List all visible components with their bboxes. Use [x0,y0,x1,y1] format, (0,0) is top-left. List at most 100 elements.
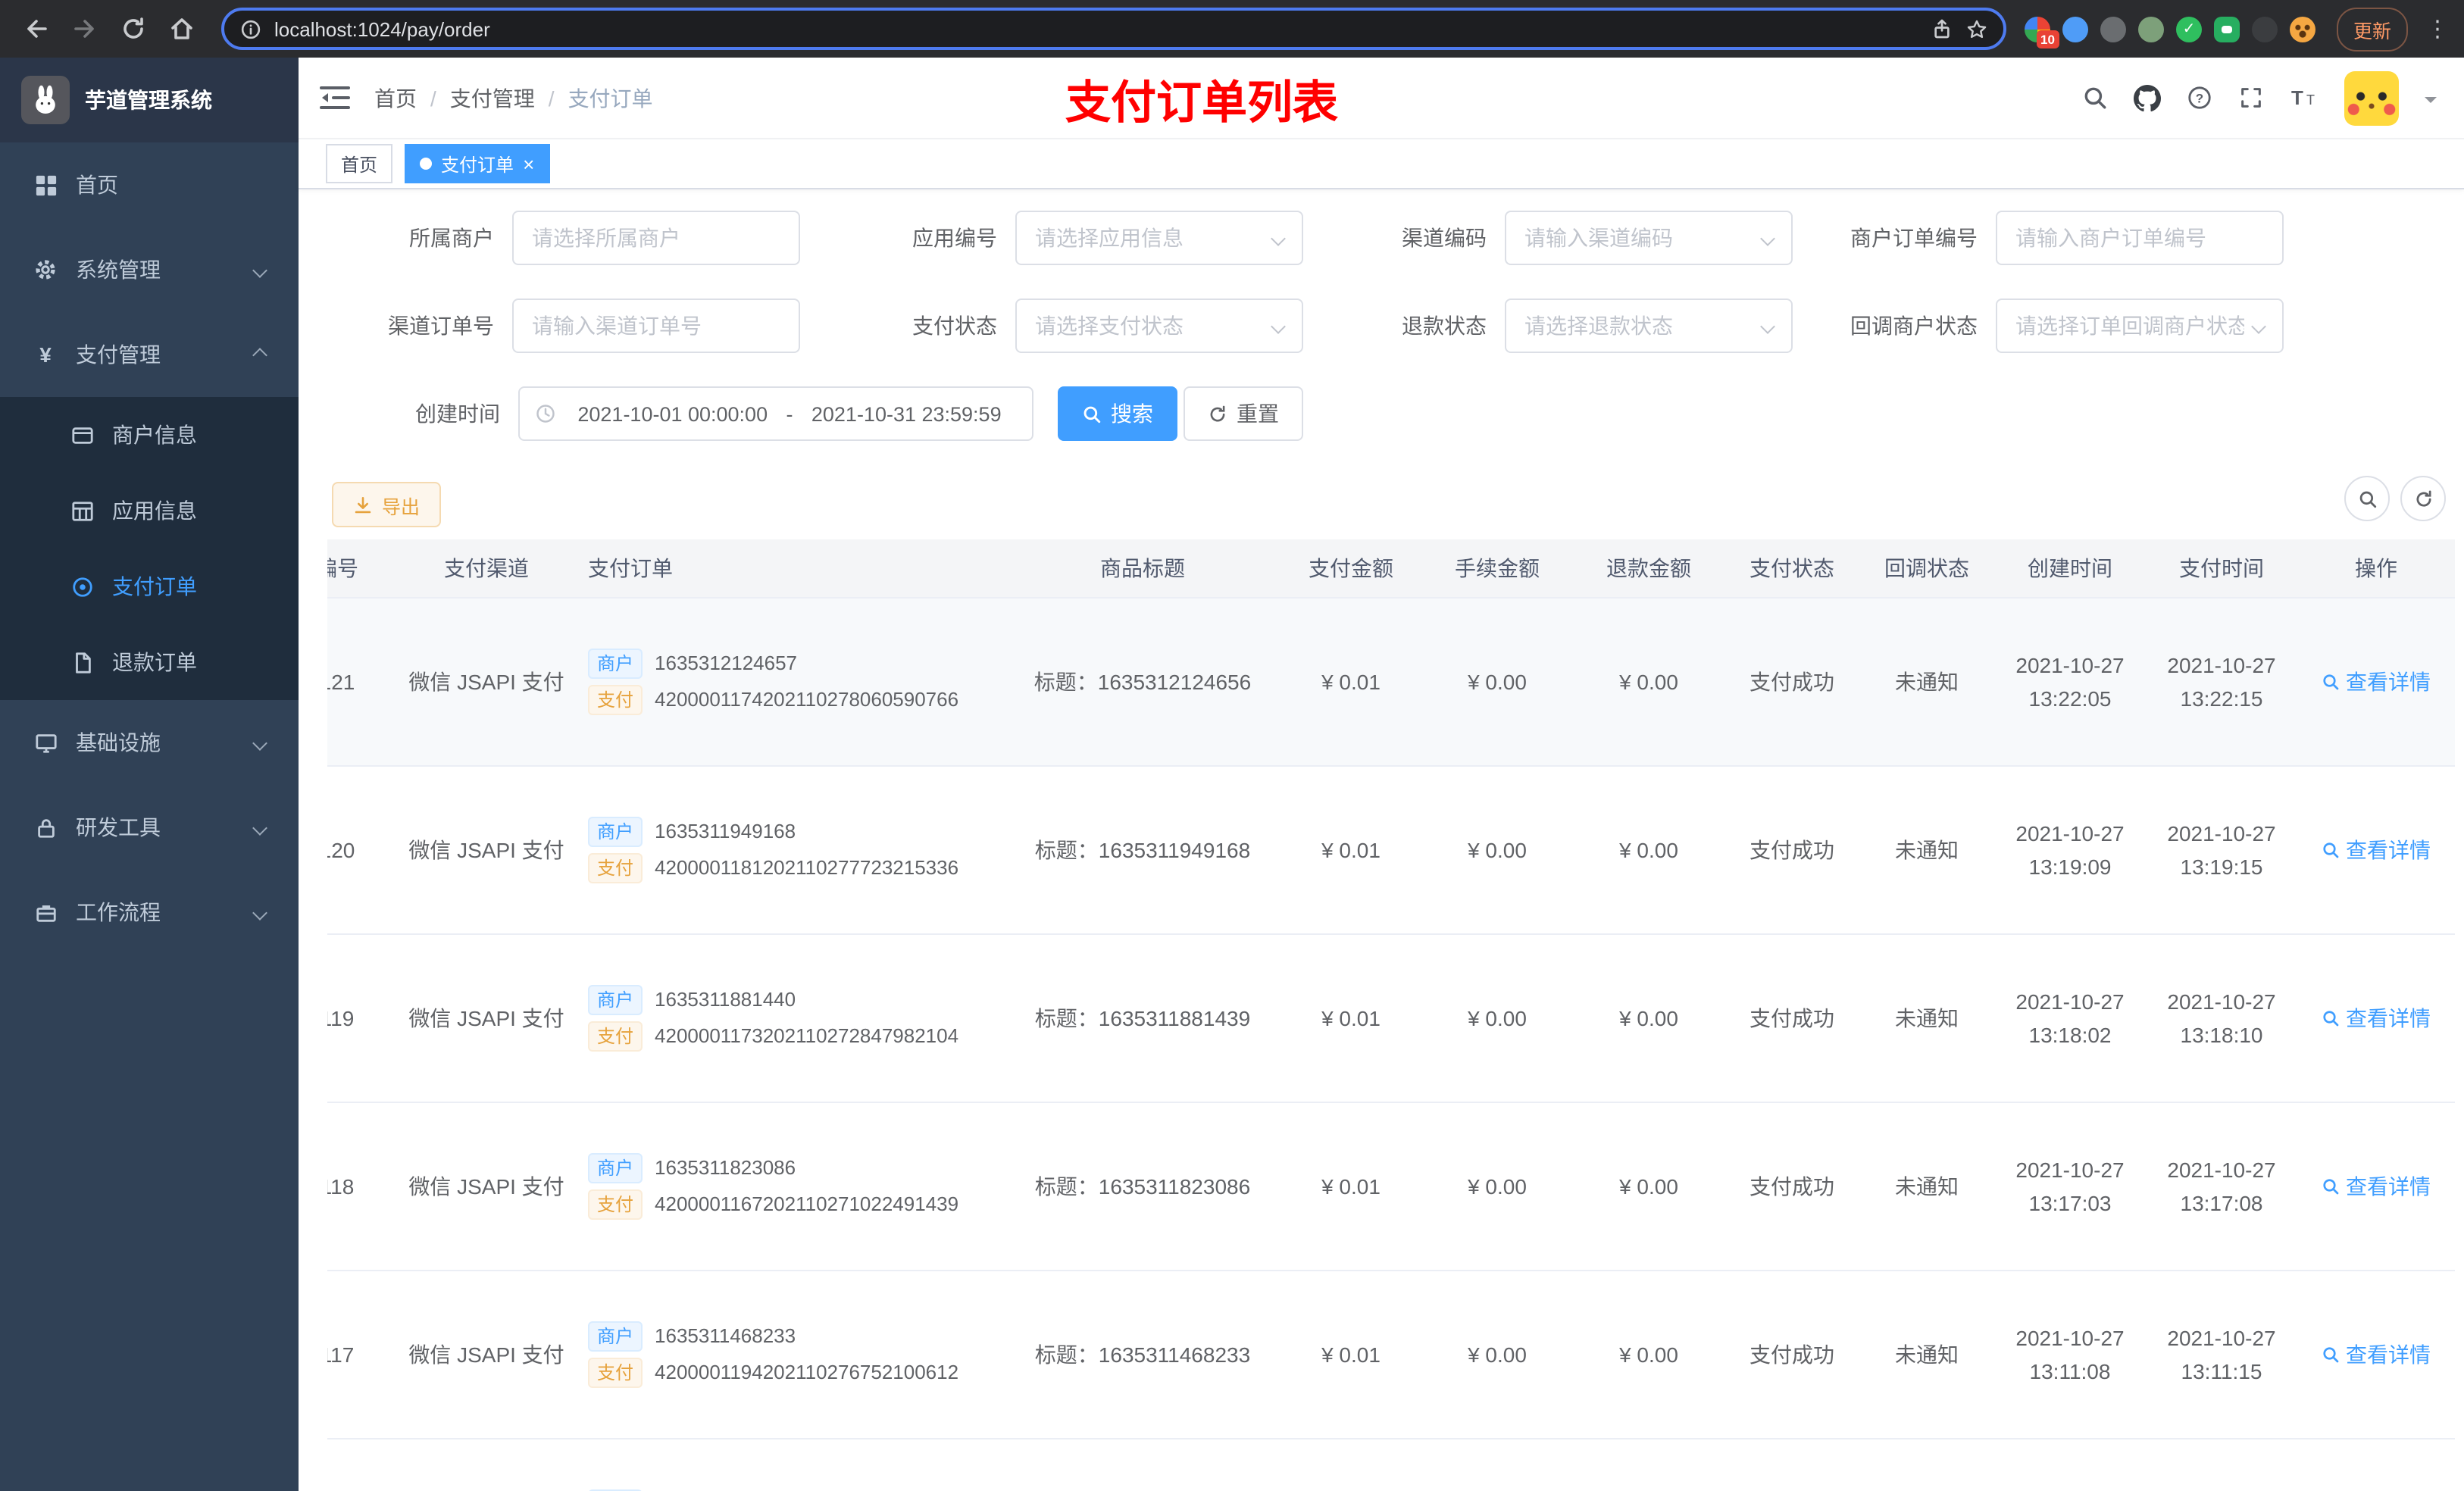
channel-code-filter-select[interactable]: 请输入渠道编码 [1505,211,1793,265]
col-actions: 操作 [2297,539,2455,598]
app-grid-icon [70,499,94,523]
chevron-down-icon [1760,230,1775,245]
sidebar-subitem-merchant-info[interactable]: 商户信息 [0,397,299,473]
extension-puzzle-icon[interactable] [2251,16,2278,42]
channel-code-filter-label: 渠道编码 [1402,226,1487,250]
pay-tag: 支付 [588,1357,643,1387]
channel-order-no-filter-input[interactable] [512,299,800,353]
chevron-down-icon [252,735,267,750]
merchant-tag: 商户 [588,1321,643,1351]
notify-status-filter-select[interactable]: 请选择订单回调商户状态 [1996,299,2284,353]
refresh-table-button[interactable] [2400,476,2446,521]
date-range-input[interactable]: 2021-10-01 00:00:00 - 2021-10-31 23:59:5… [518,386,1033,441]
avatar[interactable] [2344,70,2399,125]
chevron-down-icon [252,262,267,277]
extension-check-icon[interactable]: ✓ [2175,16,2202,42]
table-header-row: 编号 支付渠道 支付订单 商品标题 支付金额 手续金额 退款金额 支付状态 回调… [327,539,2455,598]
chevron-down-icon [252,905,267,920]
view-detail-link[interactable]: 查看详情 [2322,666,2431,696]
extension-drop-icon[interactable] [2062,16,2088,42]
breadcrumb-home[interactable]: 首页 [374,83,417,113]
sidebar-item-dev-tools[interactable]: 研发工具 [0,785,299,870]
chevron-down-icon [1760,318,1775,333]
breadcrumb-payment-mgmt[interactable]: 支付管理 [450,83,535,113]
pay-status-filter-select[interactable]: 请选择支付状态 [1015,299,1303,353]
app-id-filter-select[interactable]: 请选择应用信息 [1015,211,1303,265]
browser-chrome: localhost:1024/pay/order 10 ✓ 更新 ⋮ [0,0,2464,58]
site-info-icon[interactable] [239,17,262,40]
toggle-search-button[interactable] [2344,476,2390,521]
browser-reload-button[interactable] [112,8,155,50]
status-badge: 支付成功 [1724,933,1859,1102]
app-id-filter-label: 应用编号 [912,226,997,250]
merchant-tag: 商户 [588,1152,643,1183]
browser-extensions: 10 ✓ 更新 ⋮ [2024,7,2449,51]
extension-emoji-icon[interactable] [2289,16,2315,42]
search-icon[interactable] [2082,85,2108,111]
briefcase-icon [33,900,58,924]
orders-table: 编号 支付渠道 支付订单 商品标题 支付金额 手续金额 退款金额 支付状态 回调… [327,539,2455,1491]
tag-home[interactable]: 首页 [326,144,393,183]
merchant-order-no-filter-input[interactable] [1996,211,2284,265]
merchant-filter-input[interactable] [512,211,800,265]
export-button[interactable]: 导出 [332,482,442,527]
svg-text:T: T [2291,86,2303,109]
table-row: 119 微信 JSAPI 支付 商户1635311881440 支付420000… [327,933,2455,1102]
merchant-tag: 商户 [588,984,643,1014]
refund-status-filter-select[interactable]: 请选择退款状态 [1505,299,1793,353]
extension-green-icon[interactable] [2137,16,2164,42]
browser-back-button[interactable] [15,8,58,50]
sidebar-subitem-refund-order[interactable]: 退款订单 [0,624,299,700]
github-icon[interactable] [2134,84,2161,111]
browser-update-button[interactable]: 更新 [2336,7,2408,51]
sidebar-toggle-button[interactable] [320,85,350,111]
chevron-down-icon [1271,318,1286,333]
sidebar-logo: 芋道管理系统 [0,58,299,142]
view-detail-link[interactable]: 查看详情 [2322,1171,2431,1201]
tag-close-icon[interactable]: × [523,154,534,173]
col-channel: 支付渠道 [400,539,573,598]
col-refund: 退款金额 [1573,539,1724,598]
table-row: 117 微信 JSAPI 支付 商户1635311468233 支付420000… [327,1270,2455,1439]
table-row: 120 微信 JSAPI 支付 商户1635311949168 支付420000… [327,765,2455,934]
url-text[interactable]: localhost:1024/pay/order [274,17,1918,40]
help-icon[interactable]: ? [2187,85,2212,111]
svg-text:?: ? [2196,92,2203,106]
main-area: 首页 / 支付管理 / 支付订单 支付订单列表 ? T T 首页 支付订单 × … [299,58,2464,1491]
sidebar-subitem-app-info[interactable]: 应用信息 [0,473,299,549]
chevron-up-icon [252,347,267,362]
share-icon[interactable] [1931,17,1953,40]
view-detail-link[interactable]: 查看详情 [2322,834,2431,864]
extension-colorful-icon[interactable]: 10 [2024,16,2059,48]
breadcrumb-pay-order: 支付订单 [568,86,653,110]
extension-gray-icon[interactable] [2100,16,2126,42]
font-size-icon[interactable]: TT [2290,85,2319,111]
browser-home-button[interactable] [161,8,203,50]
sidebar-item-system-mgmt[interactable]: 系统管理 [0,227,299,312]
sidebar-subitem-pay-order[interactable]: 支付订单 [0,549,299,624]
browser-menu-icon[interactable]: ⋮ [2426,15,2449,42]
extension-chat-icon[interactable] [2213,16,2240,42]
sidebar-item-payment-mgmt[interactable]: ¥ 支付管理 [0,312,299,397]
search-button[interactable]: 搜索 [1058,386,1177,441]
breadcrumb: 首页 / 支付管理 / 支付订单 [374,83,653,113]
sidebar: 芋道管理系统 首页 系统管理 ¥ 支付管理 商户信息 应用信息 支付订单 退款订… [0,58,299,1491]
reset-button[interactable]: 重置 [1184,386,1303,441]
table-row: 121 微信 JSAPI 支付 商户1635312124657 支付420000… [327,597,2455,766]
dashboard-icon [33,173,58,197]
fullscreen-icon[interactable] [2238,85,2264,111]
lock-icon [33,815,58,839]
page-content: 所属商户 应用编号 请选择应用信息 渠道编码 请输入渠道编码 商户订单编号 [299,189,2464,1491]
date-start-value: 2021-10-01 00:00:00 [577,402,768,425]
sidebar-item-workflow[interactable]: 工作流程 [0,870,299,955]
sidebar-item-home[interactable]: 首页 [0,142,299,227]
view-detail-link[interactable]: 查看详情 [2322,1002,2431,1033]
payment-submenu: 商户信息 应用信息 支付订单 退款订单 [0,397,299,700]
bookmark-star-icon[interactable] [1965,17,1988,40]
browser-forward-button[interactable] [64,8,106,50]
tag-pay-order[interactable]: 支付订单 × [405,144,550,183]
view-detail-link[interactable]: 查看详情 [2322,1339,2431,1369]
url-bar[interactable]: localhost:1024/pay/order [221,8,2006,50]
sidebar-item-infrastructure[interactable]: 基础设施 [0,700,299,785]
col-pay-order: 支付订单 [573,539,1005,598]
